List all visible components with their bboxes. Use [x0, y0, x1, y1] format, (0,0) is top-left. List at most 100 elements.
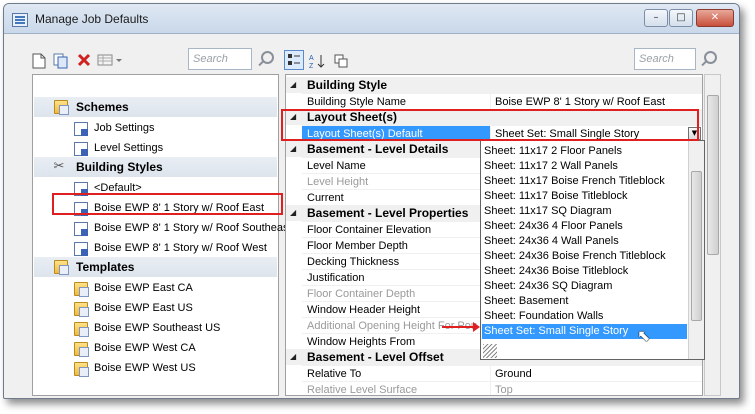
property-name: Justification	[302, 270, 491, 286]
dropdown-option[interactable]: Sheet: 11x17 Boise French Titleblock	[482, 174, 687, 189]
property-search-icon[interactable]	[698, 49, 718, 69]
template-icon	[74, 362, 89, 377]
category-label: Basement - Level Details	[307, 142, 449, 156]
dropdown-option[interactable]: Sheet: Basement	[482, 294, 687, 309]
template-icon	[74, 302, 89, 317]
view-menu-icon[interactable]	[97, 53, 123, 69]
tree-item-label: Boise EWP West CA	[94, 342, 196, 354]
window-title: Manage Job Defaults	[35, 12, 149, 26]
tree-item-label: Boise EWP East US	[94, 302, 193, 314]
tree-item-label: Boise EWP 8' 1 Story w/ Roof Southeast	[94, 222, 292, 234]
collapse-arrow-icon[interactable]: ◢	[290, 141, 296, 157]
toolbar: Search AZ Search	[4, 34, 739, 70]
delete-icon[interactable]	[76, 53, 92, 69]
tree-item-label: Level Settings	[94, 142, 164, 154]
dropdown-scrollbar[interactable]	[688, 141, 704, 359]
alphabetical-sort-icon[interactable]: AZ	[309, 53, 325, 70]
property-name: Building Style Name	[302, 94, 491, 110]
minimize-button[interactable]: –	[644, 9, 668, 27]
categorized-view-icon[interactable]	[284, 50, 304, 70]
dropdown-option[interactable]: Sheet: 24x36 4 Wall Panels	[482, 234, 687, 249]
maximize-button[interactable]: □	[669, 9, 693, 27]
category-building-style[interactable]: ◢ Building Style	[286, 77, 702, 93]
property-pages-icon[interactable]	[333, 53, 349, 69]
dropdown-scrollbar-thumb[interactable]	[691, 171, 702, 321]
category-label: Basement - Level Offset	[307, 350, 444, 364]
job-defaults-tree[interactable]: Schemes Job Settings Level Settings ✂ Bu…	[32, 74, 292, 396]
tree-item-label: Boise EWP West US	[94, 362, 196, 374]
svg-text:Z: Z	[309, 63, 314, 69]
tree-group-label: Building Styles	[76, 160, 163, 174]
collapse-arrow-icon[interactable]: ◢	[290, 205, 296, 221]
property-name: Floor Container Elevation	[302, 222, 491, 238]
dropdown-option[interactable]: Sheet: 24x36 Boise Titleblock	[482, 264, 687, 279]
category-label: Building Style	[307, 78, 388, 92]
app-window-icon	[12, 13, 28, 27]
property-name: Level Name	[302, 158, 491, 174]
category-label: Basement - Level Properties	[307, 206, 469, 220]
collapse-arrow-icon[interactable]: ◢	[290, 77, 296, 93]
tree-search-input[interactable]: Search	[188, 48, 252, 70]
annotation-highlight-tree-item	[52, 193, 283, 215]
property-value[interactable]: Ground	[492, 366, 702, 382]
property-value[interactable]: Boise EWP 8' 1 Story w/ Roof East	[492, 94, 702, 110]
dropdown-option[interactable]: Sheet: 24x36 Boise French Titleblock	[482, 249, 687, 264]
svg-text:A: A	[309, 55, 314, 62]
style-document-icon	[74, 242, 88, 256]
dropdown-option[interactable]: Sheet: 11x17 Boise Titleblock	[482, 189, 687, 204]
dropdown-option[interactable]: Sheet: 24x36 4 Floor Panels	[482, 219, 687, 234]
settings-document-icon	[74, 142, 88, 156]
property-name: Window Header Height	[302, 302, 491, 318]
tree-search-icon[interactable]	[255, 49, 275, 69]
templates-folder-icon	[54, 260, 69, 275]
dropdown-option[interactable]: Sheet: Foundation Walls	[482, 309, 687, 324]
property-name: Current	[302, 190, 491, 206]
close-button[interactable]: ✕	[696, 9, 734, 27]
dropdown-option[interactable]: Sheet: 11x17 2 Floor Panels	[482, 144, 687, 159]
tools-icon: ✂	[53, 159, 65, 174]
tree-item-label: Boise EWP 8' 1 Story w/ Roof West	[94, 242, 267, 254]
property-name: Floor Member Depth	[302, 238, 491, 254]
dropdown-option[interactable]: Sheet: 11x17 SQ Diagram	[482, 204, 687, 219]
row-building-style-name[interactable]: Building Style Name Boise EWP 8' 1 Story…	[302, 93, 702, 110]
property-name: Relative Level Surface	[302, 382, 491, 395]
copy-icon[interactable]	[53, 53, 69, 69]
resize-grip-icon[interactable]	[483, 344, 497, 358]
scrollbar-thumb[interactable]	[707, 95, 719, 255]
tree-group-label: Templates	[76, 260, 135, 274]
property-grid-scrollbar[interactable]	[704, 74, 721, 396]
dropdown-option-selected[interactable]: Sheet Set: Small Single Story	[482, 324, 687, 339]
property-value: Top	[495, 384, 513, 396]
property-search-input[interactable]: Search	[634, 48, 696, 70]
mouse-cursor-icon: ⬉	[637, 326, 651, 345]
property-name: Level Height	[302, 174, 491, 190]
new-document-icon[interactable]	[31, 53, 47, 69]
title-bar: Manage Job Defaults – □ ✕	[4, 4, 739, 34]
property-name: Relative To	[302, 366, 491, 382]
template-icon	[74, 282, 89, 297]
property-name: Window Heights From	[302, 334, 491, 350]
dropdown-option[interactable]: Sheet: 11x17 2 Wall Panels	[482, 159, 687, 174]
tree-group-schemes[interactable]: Schemes	[34, 97, 277, 117]
tree-group-label: Schemes	[76, 100, 129, 114]
settings-document-icon	[74, 122, 88, 136]
annotation-arrow-icon	[442, 322, 480, 332]
template-icon	[74, 322, 89, 337]
folder-icon	[54, 100, 69, 115]
template-icon	[74, 342, 89, 357]
collapse-arrow-icon[interactable]: ◢	[290, 349, 296, 365]
layout-sheet-dropdown-list[interactable]: Sheet: 11x17 2 Floor Panels Sheet: 11x17…	[480, 140, 705, 360]
row-relative-level-surface: Relative Level Surface Top	[302, 381, 702, 396]
property-name: Decking Thickness	[302, 254, 491, 270]
tree-item-label: Boise EWP Southeast US	[94, 322, 221, 334]
tree-item-label: Job Settings	[94, 122, 155, 134]
tree-group-templates[interactable]: Templates	[34, 257, 277, 277]
property-name: Floor Container Depth	[302, 286, 491, 302]
style-document-icon	[74, 222, 88, 236]
dropdown-option[interactable]: Sheet: 24x36 SQ Diagram	[482, 279, 687, 294]
tree-item-label: Boise EWP East CA	[94, 282, 193, 294]
manage-job-defaults-window: Manage Job Defaults – □ ✕ Search AZ Sear…	[3, 3, 740, 399]
annotation-highlight-layout-sheets	[281, 109, 699, 141]
tree-group-building-styles[interactable]: ✂ Building Styles	[34, 157, 277, 177]
row-relative-to[interactable]: Relative To Ground	[302, 365, 702, 382]
